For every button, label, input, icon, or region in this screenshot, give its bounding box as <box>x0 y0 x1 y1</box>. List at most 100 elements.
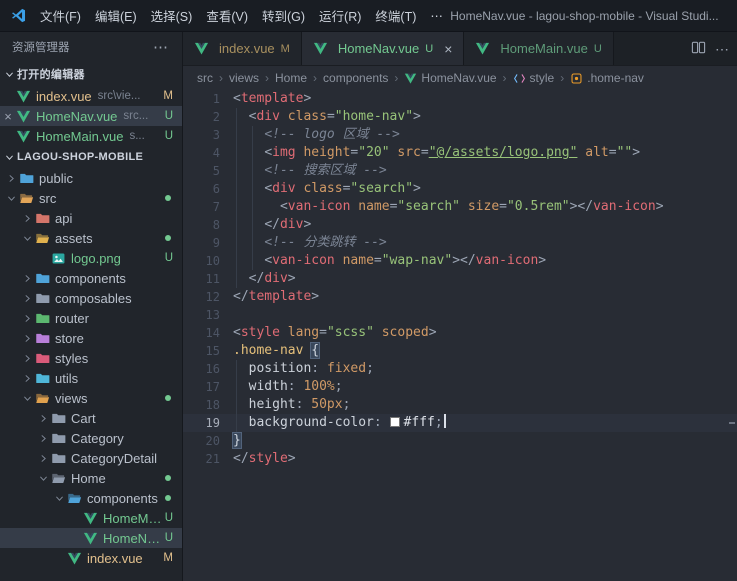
tree-folder-utils[interactable]: utils <box>0 368 182 388</box>
line-number[interactable]: 11 <box>183 270 233 288</box>
tree-folder-src[interactable]: src <box>0 188 182 208</box>
code-line[interactable]: 7 <van-icon name="search" size="0.5rem">… <box>183 198 737 216</box>
line-number[interactable]: 10 <box>183 252 233 270</box>
line-number[interactable]: 1 <box>183 90 233 108</box>
line-number[interactable]: 18 <box>183 396 233 414</box>
tree-file-logo.png[interactable]: logo.png U <box>0 248 182 268</box>
line-number[interactable]: 6 <box>183 180 233 198</box>
line-number[interactable]: 13 <box>183 306 233 324</box>
code-line[interactable]: 21 </style> <box>183 450 737 468</box>
code-line[interactable]: 12 </template> <box>183 288 737 306</box>
code-line[interactable]: 14 <style lang="scss" scoped> <box>183 324 737 342</box>
breadcrumb-item-.home-nav[interactable]: .home-nav <box>570 71 644 85</box>
open-editor-HomeNav.vue[interactable]: × HomeNav.vue src... U <box>0 106 182 126</box>
folder-icon <box>19 191 34 206</box>
code-line[interactable]: 6 <div class="search"> <box>183 180 737 198</box>
chevron-right-icon <box>36 433 51 444</box>
menu-item-[interactable]: ⋯ <box>423 8 450 23</box>
tree-folder-styles[interactable]: styles <box>0 348 182 368</box>
editor-actions: ⋯ <box>691 32 729 66</box>
line-number[interactable]: 19 <box>183 414 233 432</box>
tree-folder-Cart[interactable]: Cart <box>0 408 182 428</box>
menu-item-T[interactable]: 终端(T) <box>368 6 423 25</box>
code-line[interactable]: 3 <!-- logo 区域 --> <box>183 126 737 144</box>
breadcrumb-item-views[interactable]: views <box>229 71 259 85</box>
code-line[interactable]: 19 background-color: #fff; <box>183 414 737 432</box>
tree-folder-CategoryDetail[interactable]: CategoryDetail <box>0 448 182 468</box>
code-line[interactable]: 20} <box>183 432 737 450</box>
tree-folder-assets[interactable]: assets <box>0 228 182 248</box>
open-editor-HomeMain.vue[interactable]: HomeMain.vue s... U <box>0 126 182 146</box>
tree-folder-components[interactable]: components <box>0 268 182 288</box>
open-editors-header[interactable]: 打开的编辑器 <box>0 62 182 86</box>
close-icon[interactable]: × <box>444 42 452 56</box>
code-area[interactable]: 1 <template> 2 <div class="home-nav"> 3 <!-… <box>183 90 737 581</box>
open-editor-index.vue[interactable]: index.vue src\vie... M <box>0 86 182 106</box>
line-number[interactable]: 7 <box>183 198 233 216</box>
tree-file-HomeMain...[interactable]: HomeMain...U <box>0 508 182 528</box>
tree-label: Category <box>71 430 124 446</box>
line-number[interactable]: 16 <box>183 360 233 378</box>
breadcrumb-item-style[interactable]: style <box>513 71 554 85</box>
line-number[interactable]: 14 <box>183 324 233 342</box>
code-line[interactable]: 9 <!-- 分类跳转 --> <box>183 234 737 252</box>
tab-index.vue[interactable]: index.vue M <box>183 32 302 65</box>
line-number[interactable]: 2 <box>183 108 233 126</box>
code-line[interactable]: 2 <div class="home-nav"> <box>183 108 737 126</box>
breadcrumb-item-Home[interactable]: Home <box>275 71 307 85</box>
editor-more-actions-icon[interactable]: ⋯ <box>715 41 729 58</box>
close-icon[interactable]: × <box>0 110 16 123</box>
line-number[interactable]: 8 <box>183 216 233 234</box>
tree-file-HomeNav.v...[interactable]: HomeNav.v...U <box>0 528 182 548</box>
tree-file-index.vue[interactable]: index.vue M <box>0 548 182 568</box>
breadcrumb-item-HomeNav.vue[interactable]: HomeNav.vue <box>404 71 497 85</box>
code-line[interactable]: 4 <img height="20" src="@/assets/logo.pn… <box>183 144 737 162</box>
project-header[interactable]: LAGOU-SHOP-MOBILE <box>0 146 182 168</box>
code-line[interactable]: 18 height: 50px; <box>183 396 737 414</box>
menu-item-R[interactable]: 运行(R) <box>312 6 368 25</box>
line-number[interactable]: 12 <box>183 288 233 306</box>
line-number[interactable]: 17 <box>183 378 233 396</box>
code-line[interactable]: 8 </div> <box>183 216 737 234</box>
split-editor-icon[interactable] <box>691 40 706 58</box>
open-editors-list: index.vue src\vie... M × HomeNav.vue src... U H… <box>0 86 182 146</box>
changes-dot <box>165 235 171 241</box>
code-line[interactable]: 1 <template> <box>183 90 737 108</box>
code-line[interactable]: 17 width: 100%; <box>183 378 737 396</box>
menu-item-E[interactable]: 编辑(E) <box>88 6 144 25</box>
code-line[interactable]: 16 position: fixed; <box>183 360 737 378</box>
vue-icon <box>194 41 209 56</box>
line-number[interactable]: 20 <box>183 432 233 450</box>
code-line[interactable]: 5 <!-- 搜索区域 --> <box>183 162 737 180</box>
more-actions-icon[interactable]: ⋯ <box>153 38 168 56</box>
tree-folder-views[interactable]: views <box>0 388 182 408</box>
tree-folder-store[interactable]: store <box>0 328 182 348</box>
menu-item-F[interactable]: 文件(F) <box>33 6 88 25</box>
menu-item-V[interactable]: 查看(V) <box>199 6 255 25</box>
vue-icon <box>404 72 417 85</box>
code-line[interactable]: 11 </div> <box>183 270 737 288</box>
tree-folder-api[interactable]: api <box>0 208 182 228</box>
breadcrumb-item-src[interactable]: src <box>197 71 213 85</box>
line-number[interactable]: 15 <box>183 342 233 360</box>
line-number[interactable]: 21 <box>183 450 233 468</box>
code-line[interactable]: 10 <van-icon name="wap-nav"></van-icon> <box>183 252 737 270</box>
line-number[interactable]: 3 <box>183 126 233 144</box>
menu-item-S[interactable]: 选择(S) <box>144 6 200 25</box>
breadcrumb-item-components[interactable]: components <box>323 71 388 85</box>
tree-folder-Home[interactable]: Home <box>0 468 182 488</box>
line-number[interactable]: 9 <box>183 234 233 252</box>
tree-folder-router[interactable]: router <box>0 308 182 328</box>
line-number[interactable]: 5 <box>183 162 233 180</box>
menu-item-G[interactable]: 转到(G) <box>255 6 312 25</box>
tree-folder-public[interactable]: public <box>0 168 182 188</box>
tab-HomeMain.vue[interactable]: HomeMain.vue U <box>464 32 614 65</box>
tree-folder-components[interactable]: components <box>0 488 182 508</box>
git-badge: U <box>164 252 173 264</box>
code-line[interactable]: 13 <box>183 306 737 324</box>
tree-folder-Category[interactable]: Category <box>0 428 182 448</box>
tab-HomeNav.vue[interactable]: HomeNav.vue U × <box>301 32 465 65</box>
line-number[interactable]: 4 <box>183 144 233 162</box>
tree-folder-composables[interactable]: composables <box>0 288 182 308</box>
code-line[interactable]: 15 .home-nav { <box>183 342 737 360</box>
